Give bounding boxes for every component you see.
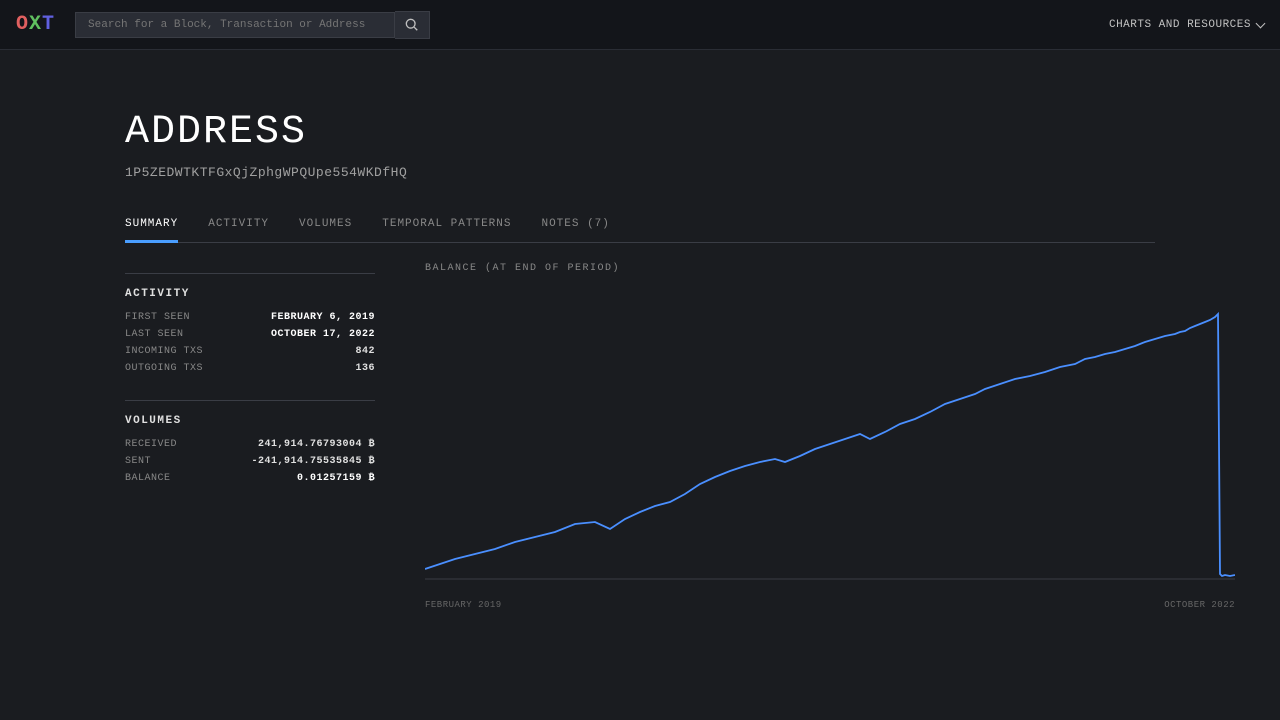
charts-resources-button[interactable]: CHARTS AND RESOURCES — [1109, 19, 1264, 31]
logo-t: T — [42, 13, 55, 36]
nav-right: CHARTS AND RESOURCES — [1109, 19, 1264, 31]
outgoing-txs-value: 136 — [355, 363, 375, 374]
chart-container — [425, 284, 1235, 594]
tab-temporal[interactable]: TEMPORAL PATTERNS — [382, 210, 511, 243]
tab-summary[interactable]: SUMMARY — [125, 210, 178, 243]
received-label: RECEIVED — [125, 439, 177, 450]
balance-label: BALANCE — [125, 473, 171, 484]
logo-x: X — [29, 13, 42, 36]
left-panel: ACTIVITY FIRST SEEN FEBRUARY 6, 2019 LAS… — [125, 263, 405, 610]
activity-section-title: ACTIVITY — [125, 288, 405, 300]
search-input[interactable] — [75, 12, 395, 38]
incoming-txs-label: INCOMING TXS — [125, 346, 203, 357]
last-seen-label: LAST SEEN — [125, 329, 184, 340]
first-seen-label: FIRST SEEN — [125, 312, 190, 323]
table-row: SENT -241,914.75535845 ₿ — [125, 456, 375, 467]
chart-title: BALANCE (AT END OF PERIOD) — [425, 263, 1235, 274]
logo-o: O — [16, 13, 29, 36]
table-row: RECEIVED 241,914.76793004 ₿ — [125, 439, 375, 450]
balance-value: 0.01257159 ₿ — [297, 473, 375, 484]
page-title: ADDRESS — [125, 110, 1155, 155]
content-area: ACTIVITY FIRST SEEN FEBRUARY 6, 2019 LAS… — [125, 243, 1155, 610]
search-button[interactable] — [395, 11, 430, 39]
tab-notes[interactable]: NOTES (7) — [541, 210, 609, 243]
received-value: 241,914.76793004 ₿ — [258, 439, 375, 450]
address-hash: 1P5ZEDWTKTFGxQjZphgWPQUpe554WKDfHQ — [125, 165, 1155, 180]
logo: OXT — [16, 13, 55, 36]
tab-volumes[interactable]: VOLUMES — [299, 210, 352, 243]
sent-value: -241,914.75535845 ₿ — [251, 456, 375, 467]
outgoing-txs-label: OUTGOING TXS — [125, 363, 203, 374]
table-row: LAST SEEN OCTOBER 17, 2022 — [125, 329, 375, 340]
divider-volumes — [125, 400, 375, 401]
volumes-section-title: VOLUMES — [125, 415, 405, 427]
right-panel: BALANCE (AT END OF PERIOD) FEBRUARY 2019… — [405, 263, 1235, 610]
tabs-container: SUMMARY ACTIVITY VOLUMES TEMPORAL PATTER… — [125, 210, 1155, 243]
main-content: ADDRESS 1P5ZEDWTKTFGxQjZphgWPQUpe554WKDf… — [0, 50, 1280, 610]
search-container — [75, 11, 475, 39]
table-row: BALANCE 0.01257159 ₿ — [125, 473, 375, 484]
search-icon — [405, 18, 419, 32]
table-row: FIRST SEEN FEBRUARY 6, 2019 — [125, 312, 375, 323]
first-seen-value: FEBRUARY 6, 2019 — [271, 312, 375, 323]
sent-label: SENT — [125, 456, 151, 467]
balance-chart — [425, 284, 1235, 594]
charts-resources-label: CHARTS AND RESOURCES — [1109, 19, 1251, 31]
navbar: OXT CHARTS AND RESOURCES — [0, 0, 1280, 50]
table-row: OUTGOING TXS 136 — [125, 363, 375, 374]
incoming-txs-value: 842 — [355, 346, 375, 357]
chart-x-label-end: OCTOBER 2022 — [1164, 600, 1235, 610]
chart-x-label-start: FEBRUARY 2019 — [425, 600, 502, 610]
chevron-down-icon — [1256, 18, 1266, 28]
tab-activity[interactable]: ACTIVITY — [208, 210, 269, 243]
chart-x-labels: FEBRUARY 2019 OCTOBER 2022 — [425, 594, 1235, 610]
last-seen-value: OCTOBER 17, 2022 — [271, 329, 375, 340]
table-row: INCOMING TXS 842 — [125, 346, 375, 357]
divider-activity — [125, 273, 375, 274]
